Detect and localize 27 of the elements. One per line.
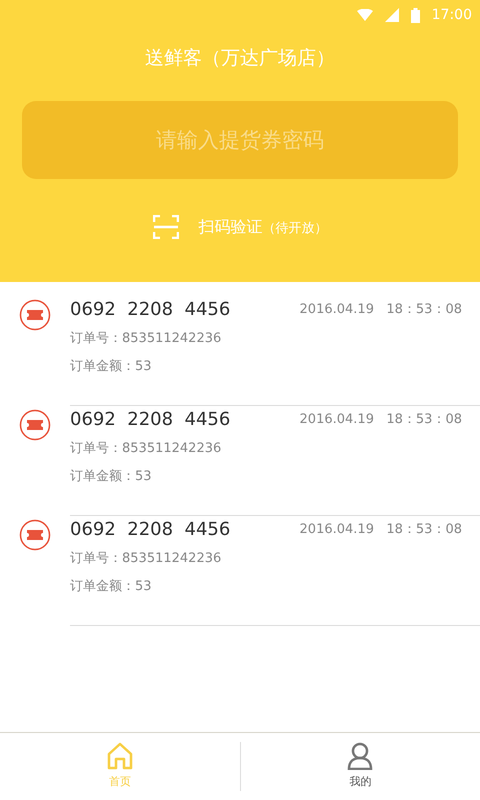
signal-icon: [384, 8, 399, 22]
voucher-code: 0692 2208 4456: [70, 408, 230, 432]
ticket-icon: [19, 299, 51, 331]
scan-verify-button[interactable]: 扫码验证（待开放）: [198, 214, 328, 238]
voucher-code: 0692 2208 4456: [70, 298, 230, 322]
order-number: 订单号：853511242236: [70, 330, 222, 348]
order-amount: 订单金额：53: [70, 578, 153, 596]
ticket-icon: [19, 519, 51, 551]
voucher-code: 0692 2208 4456: [70, 518, 230, 542]
ticket-icon: [19, 409, 51, 441]
order-number: 订单号：853511242236: [70, 440, 222, 458]
status-time: 17:00: [432, 6, 472, 24]
person-icon: [346, 742, 374, 770]
order-number: 订单号：853511242236: [70, 550, 222, 568]
voucher-time: 2016.04.19 18：53：08: [300, 300, 462, 319]
nav-tab[interactable]: 我的: [346, 742, 374, 791]
order-amount: 订单金额：53: [70, 468, 153, 486]
scan-icon: [152, 214, 178, 238]
voucher-time: 2016.04.19 18：53：08: [300, 410, 462, 429]
voucher-time: 2016.04.19 18：53：08: [300, 520, 462, 539]
battery-icon: [410, 8, 420, 22]
store-title: 送鲜客（万达广场店）: [145, 46, 335, 71]
order-amount: 订单金额：53: [70, 358, 153, 376]
home-icon: [106, 742, 133, 770]
wifi-icon: [356, 9, 373, 21]
nav-tab[interactable]: 首页: [106, 742, 133, 791]
voucher-code-field[interactable]: 请输入提货券密码: [22, 100, 458, 178]
